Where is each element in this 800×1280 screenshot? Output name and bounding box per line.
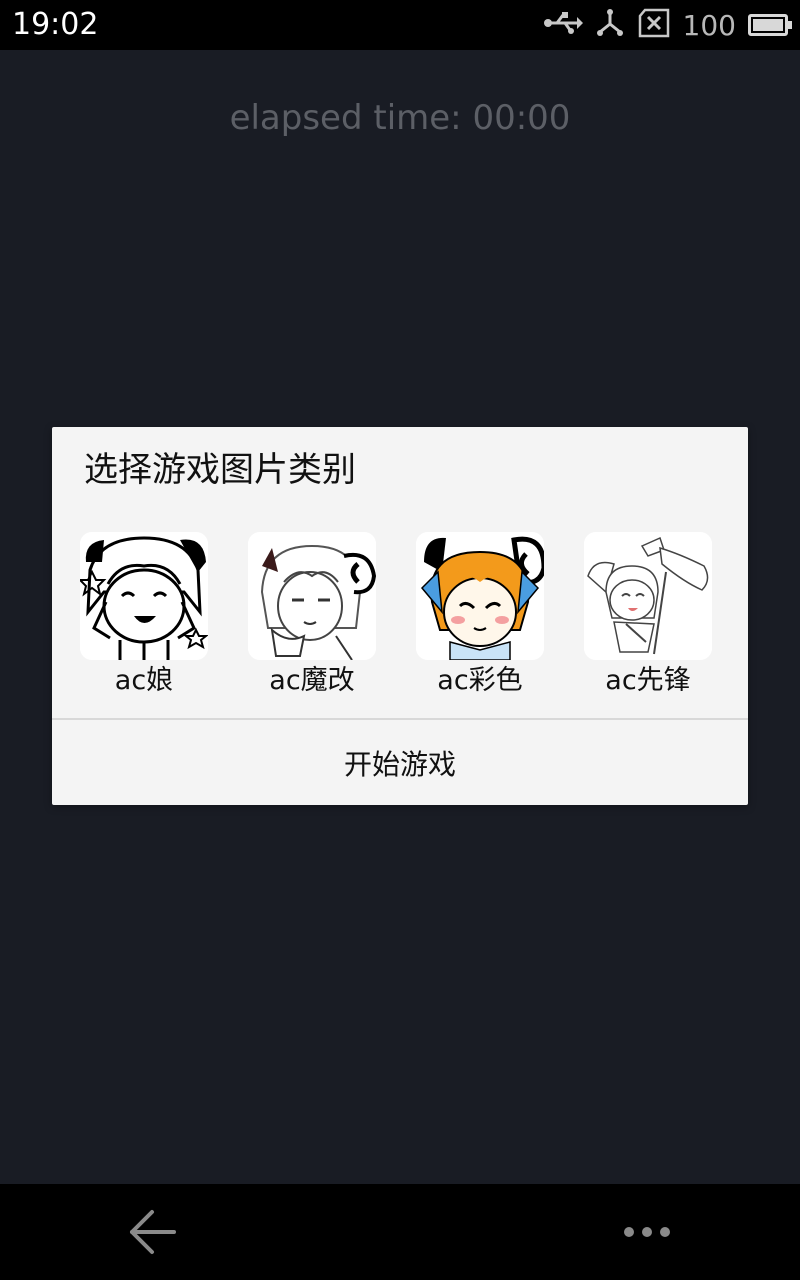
elapsed-time-label: elapsed time: 00:00 [229, 98, 571, 138]
start-game-button[interactable]: 开始游戏 [52, 720, 748, 805]
ac-caise-thumbnail [416, 532, 544, 660]
category-dialog: 选择游戏图片类别 ac娘 ac魔改 ac彩色 ac先锋 开始游戏 [52, 427, 748, 805]
status-time: 19:02 [12, 7, 99, 42]
status-bar: 19:02 100 [0, 0, 800, 50]
battery-level-text: 100 [682, 8, 736, 42]
back-arrow-icon [118, 1210, 184, 1266]
category-options: ac娘 ac魔改 ac彩色 ac先锋 [80, 532, 720, 702]
no-sim-icon [637, 8, 671, 42]
more-dots-icon [612, 1227, 682, 1256]
category-label: ac彩色 [437, 665, 523, 696]
dialog-title: 选择游戏图片类别 [84, 450, 356, 490]
usb-icon [543, 11, 583, 39]
category-label: ac魔改 [269, 665, 355, 696]
battery-icon [748, 14, 792, 36]
battery-fill [753, 19, 783, 31]
usb-debug-icon [595, 8, 625, 42]
category-option-ac-mogai[interactable]: ac魔改 [248, 532, 376, 702]
navigation-bar [0, 1184, 800, 1280]
ac-mogai-thumbnail [248, 532, 376, 660]
status-icons: 100 [543, 6, 792, 44]
category-option-ac-niang[interactable]: ac娘 [80, 532, 208, 702]
category-label: ac娘 [114, 665, 174, 696]
category-option-ac-xianfeng[interactable]: ac先锋 [584, 532, 712, 702]
ac-xianfeng-thumbnail [584, 532, 712, 660]
category-option-ac-caise[interactable]: ac彩色 [416, 532, 544, 702]
back-button[interactable] [118, 1202, 184, 1262]
more-options-button[interactable] [612, 1212, 682, 1252]
category-label: ac先锋 [605, 665, 691, 696]
ac-niang-thumbnail [80, 532, 208, 660]
